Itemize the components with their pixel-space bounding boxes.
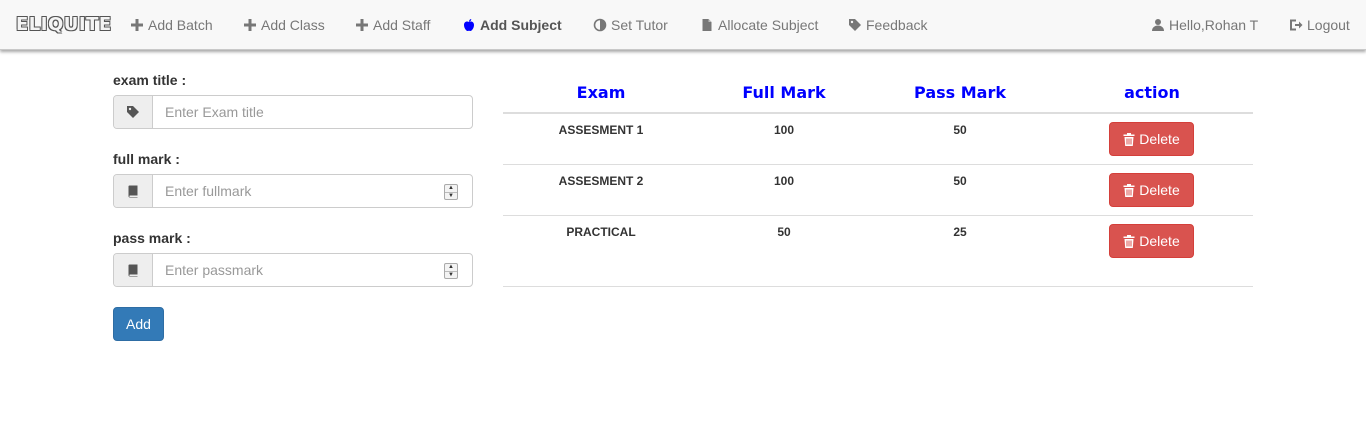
nav-set-tutor-label: Set Tutor bbox=[611, 17, 668, 33]
nav-add-class[interactable]: Add Class bbox=[243, 15, 325, 35]
pass-mark-input[interactable] bbox=[153, 254, 472, 286]
table-bottom-divider bbox=[503, 286, 1253, 287]
cell-pass-mark: 50 bbox=[953, 123, 967, 137]
nav-add-staff-label: Add Staff bbox=[373, 17, 431, 33]
delete-button-label: Delete bbox=[1139, 182, 1180, 198]
full-mark-stepper[interactable]: ▲ ▼ bbox=[444, 184, 458, 200]
brand-logo[interactable]: ELIQUITE bbox=[16, 14, 112, 35]
nav-feedback-label: Feedback bbox=[866, 17, 928, 33]
pass-mark-label: pass mark : bbox=[113, 230, 191, 246]
tag-icon bbox=[848, 18, 862, 32]
header-exam: Exam bbox=[576, 83, 626, 102]
nav-add-subject[interactable]: Add Subject bbox=[462, 15, 562, 35]
book-icon bbox=[114, 254, 153, 286]
full-mark-input[interactable] bbox=[153, 175, 472, 207]
header-action: action bbox=[1124, 83, 1180, 102]
file-icon bbox=[700, 18, 714, 32]
stepper-down-icon[interactable]: ▼ bbox=[445, 191, 457, 200]
delete-button[interactable]: Delete bbox=[1109, 224, 1194, 258]
cell-exam: ASSESMENT 1 bbox=[558, 123, 644, 137]
nav-add-class-label: Add Class bbox=[261, 17, 325, 33]
cell-full-mark: 100 bbox=[773, 123, 795, 137]
apple-icon bbox=[462, 18, 476, 32]
cell-exam: ASSESMENT 2 bbox=[558, 174, 644, 188]
header-divider bbox=[503, 112, 1253, 114]
pass-mark-stepper[interactable]: ▲ ▼ bbox=[444, 263, 458, 279]
nav-add-staff[interactable]: Add Staff bbox=[355, 15, 430, 35]
top-navbar: ELIQUITE Add Batch Add Class Add Staff A… bbox=[0, 0, 1366, 50]
tag-icon bbox=[114, 96, 153, 128]
cell-full-mark: 50 bbox=[777, 225, 791, 239]
delete-button-label: Delete bbox=[1139, 233, 1180, 249]
trash-icon bbox=[1123, 183, 1135, 197]
header-pass-mark: Pass Mark bbox=[914, 83, 1006, 102]
nav-feedback[interactable]: Feedback bbox=[848, 15, 927, 35]
nav-logout[interactable]: Logout bbox=[1289, 15, 1350, 35]
book-icon bbox=[114, 175, 153, 207]
exam-title-label: exam title : bbox=[113, 72, 187, 88]
cell-pass-mark: 50 bbox=[953, 174, 967, 188]
nav-add-batch[interactable]: Add Batch bbox=[130, 15, 213, 35]
nav-allocate-subject-label: Allocate Subject bbox=[718, 17, 819, 33]
nav-user[interactable]: Hello,Rohan T bbox=[1151, 15, 1258, 35]
delete-button-label: Delete bbox=[1139, 131, 1180, 147]
header-full-mark: Full Mark bbox=[742, 83, 826, 102]
user-icon bbox=[1151, 18, 1165, 32]
row-divider bbox=[503, 164, 1253, 165]
nav-set-tutor[interactable]: Set Tutor bbox=[593, 15, 668, 35]
cell-pass-mark: 25 bbox=[953, 225, 967, 239]
trash-icon bbox=[1123, 132, 1135, 146]
nav-allocate-subject[interactable]: Allocate Subject bbox=[700, 15, 818, 35]
logout-icon bbox=[1289, 18, 1303, 32]
nav-add-subject-label: Add Subject bbox=[480, 17, 562, 33]
adjust-icon bbox=[593, 18, 607, 32]
delete-button[interactable]: Delete bbox=[1109, 173, 1194, 207]
plus-icon bbox=[243, 18, 257, 32]
plus-icon bbox=[355, 18, 369, 32]
full-mark-group: ▲▼ bbox=[113, 174, 473, 208]
row-divider bbox=[503, 215, 1253, 216]
delete-button[interactable]: Delete bbox=[1109, 122, 1194, 156]
trash-icon bbox=[1123, 234, 1135, 248]
stepper-down-icon[interactable]: ▼ bbox=[445, 270, 457, 279]
cell-full-mark: 100 bbox=[773, 174, 795, 188]
nav-user-label: Hello,Rohan T bbox=[1169, 17, 1259, 33]
exam-title-input[interactable] bbox=[153, 96, 472, 128]
full-mark-label: full mark : bbox=[113, 151, 180, 167]
exam-title-group bbox=[113, 95, 473, 129]
plus-icon bbox=[130, 18, 144, 32]
nav-logout-label: Logout bbox=[1307, 17, 1350, 33]
nav-add-batch-label: Add Batch bbox=[148, 17, 213, 33]
pass-mark-group: ▲▼ bbox=[113, 253, 473, 287]
cell-exam: PRACTICAL bbox=[566, 225, 636, 239]
add-button[interactable]: Add bbox=[113, 307, 164, 341]
